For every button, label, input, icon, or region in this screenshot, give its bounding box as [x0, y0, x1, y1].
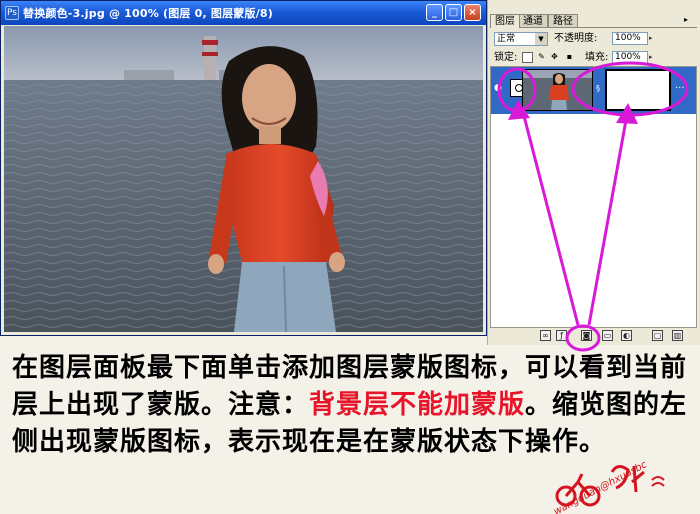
layers-panel: 图层 通道 路径 ▸ 正常 ▼ 不透明度: 100% ▸ 锁定: ✎ ✥ ▪ 填…: [487, 0, 700, 345]
caption-highlight: 背景层不能加蒙版: [309, 390, 526, 420]
document-title: 替换颜色-3.jpg @ 100% (图层 0, 图层蒙版/8): [23, 7, 274, 20]
blend-mode-select[interactable]: 正常 ▼: [494, 32, 548, 46]
layer-mask-thumbnail[interactable]: [605, 69, 671, 111]
document-canvas[interactable]: [4, 26, 483, 332]
tutorial-caption: 在图层面板最下面单击添加图层蒙版图标，可以看到当前层上出现了蒙版。注意：背景层不…: [12, 350, 692, 461]
photoshop-icon: Ps: [5, 6, 19, 20]
fill-field[interactable]: 100%: [612, 51, 648, 64]
new-layer-icon[interactable]: ▢: [652, 330, 663, 341]
photo-beach-girl: [4, 26, 483, 332]
link-icon[interactable]: ∞: [540, 330, 551, 341]
document-window: Ps 替换颜色-3.jpg @ 100% (图层 0, 图层蒙版/8) _ □ …: [0, 0, 487, 336]
lock-transparency-icon[interactable]: [522, 52, 533, 63]
panel-menu-icon[interactable]: ▸: [684, 14, 688, 26]
layer-name[interactable]: ···: [675, 84, 685, 94]
layer-thumbnail-image: [523, 70, 592, 110]
document-titlebar[interactable]: Ps 替换颜色-3.jpg @ 100% (图层 0, 图层蒙版/8) _ □ …: [1, 1, 486, 25]
maximize-button[interactable]: □: [445, 4, 462, 21]
tab-paths[interactable]: 路径: [548, 14, 578, 28]
layer-thumbnail[interactable]: [522, 69, 593, 111]
new-group-icon[interactable]: ▭: [602, 330, 613, 341]
lock-all-icon[interactable]: ▪: [564, 52, 575, 63]
layer-list: ● § ···: [490, 66, 697, 328]
opacity-slider-arrow[interactable]: ▸: [649, 32, 657, 44]
layer-style-icon[interactable]: ƒ: [556, 330, 567, 341]
lock-image-icon[interactable]: ✎: [536, 52, 547, 63]
fill-label: 填充:: [585, 52, 609, 63]
watermark-logo: wangduan@hxuasbc: [552, 452, 692, 514]
opacity-field[interactable]: 100%: [612, 32, 648, 45]
lock-label: 锁定:: [494, 52, 518, 63]
tab-divider: [490, 27, 697, 28]
tab-channels[interactable]: 通道: [518, 14, 548, 28]
lock-position-icon[interactable]: ✥: [549, 52, 560, 63]
blend-mode-value: 正常: [497, 34, 516, 44]
chevron-down-icon: ▼: [535, 33, 547, 45]
screenshot-root: Ps 替换颜色-3.jpg @ 100% (图层 0, 图层蒙版/8) _ □ …: [0, 0, 700, 514]
eye-icon[interactable]: ●: [494, 83, 504, 93]
add-layer-mask-icon[interactable]: ◙: [581, 330, 592, 341]
adjustment-layer-icon[interactable]: ◐: [621, 330, 632, 341]
panel-footer: ∞ ƒ ◙ ▭ ◐ ▢ ▥: [490, 329, 697, 343]
close-button[interactable]: ×: [464, 4, 481, 21]
mask-chain-icon[interactable]: §: [596, 83, 601, 95]
opacity-label: 不透明度:: [554, 33, 598, 44]
delete-layer-icon[interactable]: ▥: [672, 330, 683, 341]
layer-row[interactable]: ● § ···: [491, 67, 696, 114]
fill-slider-arrow[interactable]: ▸: [649, 51, 657, 63]
tab-layers[interactable]: 图层: [490, 14, 520, 28]
minimize-button[interactable]: _: [426, 4, 443, 21]
